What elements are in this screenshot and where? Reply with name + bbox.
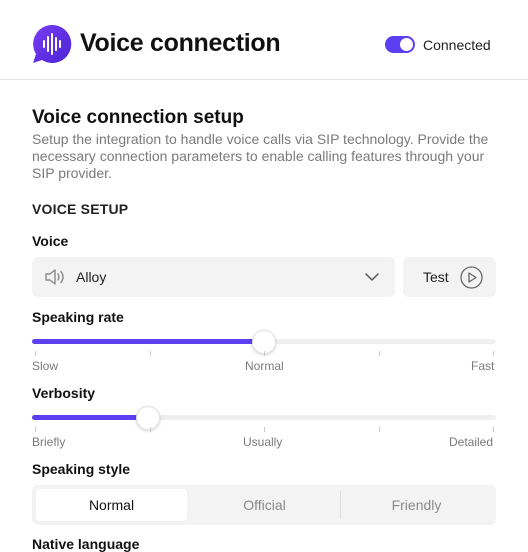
slider-tick <box>35 351 36 356</box>
app-title: Voice connection <box>80 29 281 57</box>
section-title: Voice connection setup <box>32 107 244 128</box>
verbosity-slider[interactable] <box>32 406 496 437</box>
verbosity-min-label: Briefly <box>32 435 66 449</box>
play-icon <box>460 266 483 289</box>
native-language-label: Native language <box>32 536 140 552</box>
verbosity-label: Verbosity <box>32 385 96 401</box>
speaking-rate-slider[interactable] <box>32 330 496 361</box>
speaking-style-segmented-control: Normal Official Friendly <box>32 485 496 525</box>
slider-tick <box>264 427 265 432</box>
slider-tick <box>379 351 380 356</box>
voice-label: Voice <box>32 233 69 249</box>
slider-tick <box>150 427 151 432</box>
voice-select[interactable]: Alloy <box>32 257 395 297</box>
slider-tick <box>493 427 494 432</box>
style-option-normal[interactable]: Normal <box>36 489 187 521</box>
verbosity-mid-label: Usually <box>243 435 283 449</box>
style-option-friendly[interactable]: Friendly <box>341 489 492 521</box>
connection-toggle[interactable] <box>385 36 415 53</box>
waveform-chat-icon <box>33 24 72 63</box>
voice-selected-value: Alloy <box>76 269 107 285</box>
slider-tick <box>35 427 36 432</box>
speaking-rate-mid-label: Normal <box>245 359 284 373</box>
header: Voice connection Connected <box>0 0 528 80</box>
speaking-rate-min-label: Slow <box>32 359 59 373</box>
test-voice-button[interactable]: Test <box>403 257 496 297</box>
speaker-icon <box>45 269 64 285</box>
slider-tick <box>379 427 380 432</box>
toggle-knob <box>400 38 413 51</box>
voice-setup-heading: VOICE SETUP <box>32 201 129 217</box>
slider-fill <box>32 415 148 420</box>
slider-tick <box>493 351 494 356</box>
slider-tick <box>150 351 151 356</box>
slider-thumb[interactable] <box>136 406 160 430</box>
section-description: Setup the integration to handle voice ca… <box>32 131 489 181</box>
verbosity-max-label: Detailed <box>449 435 494 449</box>
chevron-down-icon <box>365 273 379 281</box>
speaking-style-label: Speaking style <box>32 461 131 477</box>
slider-fill <box>32 339 264 344</box>
test-button-label: Test <box>423 269 449 285</box>
speaking-rate-label: Speaking rate <box>32 309 124 325</box>
connection-status-label: Connected <box>423 37 491 53</box>
speaking-rate-max-label: Fast <box>471 359 495 373</box>
slider-tick <box>264 351 265 356</box>
style-option-official[interactable]: Official <box>189 489 340 521</box>
